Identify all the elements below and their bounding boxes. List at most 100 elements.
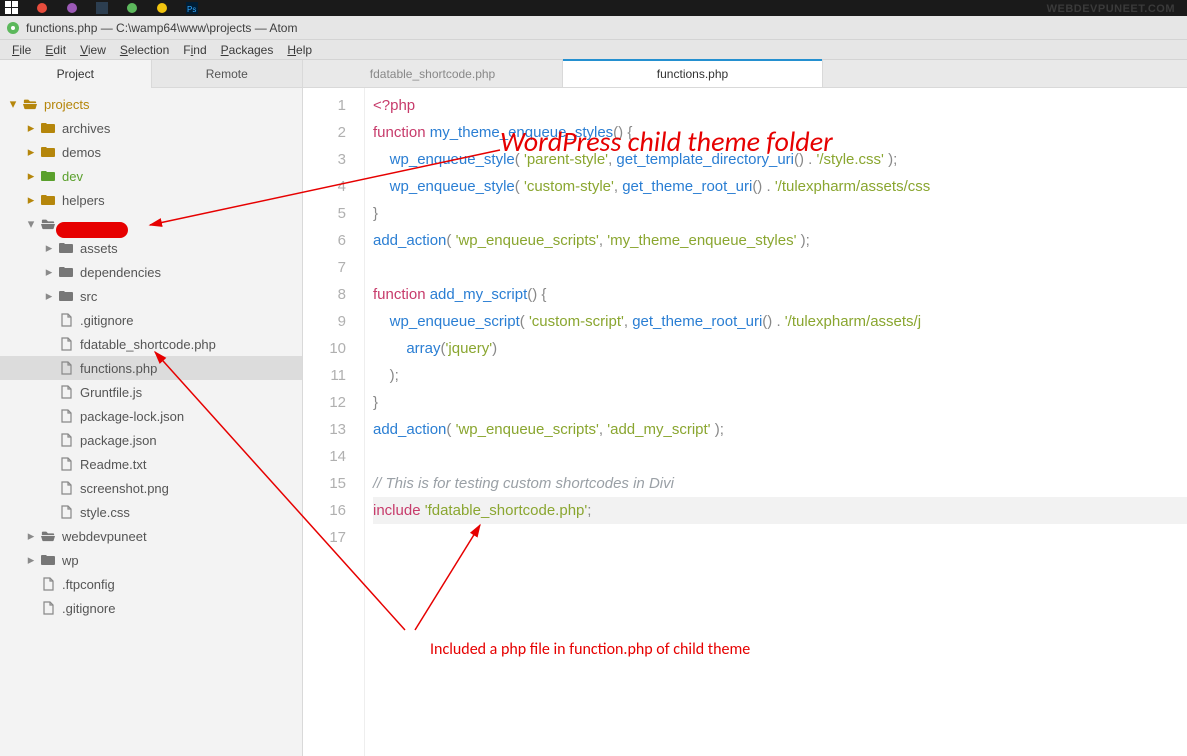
- tree-item-label: fdatable_shortcode.php: [80, 337, 216, 352]
- tree-root[interactable]: ▾ projects: [0, 92, 302, 116]
- tree-folder[interactable]: ▸ dependencies: [0, 260, 302, 284]
- file-icon: [40, 600, 56, 616]
- sidebar: Project Remote ▾ projects ▸ archives ▸ d…: [0, 60, 303, 756]
- file-icon: [58, 336, 74, 352]
- file-icon: [58, 408, 74, 424]
- tree-folder[interactable]: ▸ dev: [0, 164, 302, 188]
- chevron-right-icon: ▸: [24, 193, 38, 207]
- menu-packages[interactable]: Packages: [215, 42, 280, 58]
- menu-help[interactable]: Help: [281, 42, 318, 58]
- chevron-down-icon: ▾: [24, 217, 38, 231]
- tree-folder[interactable]: ▸ demos: [0, 140, 302, 164]
- editor-tabs: fdatable_shortcode.php functions.php: [303, 60, 1187, 88]
- folder-open-icon: [40, 216, 56, 232]
- folder-icon: [58, 288, 74, 304]
- tree-item-label: assets: [80, 241, 118, 256]
- chrome-taskbar-icon[interactable]: [154, 0, 170, 16]
- main-split: Project Remote ▾ projects ▸ archives ▸ d…: [0, 60, 1187, 756]
- tree-item-label: package-lock.json: [80, 409, 184, 424]
- tree-file[interactable]: screenshot.png: [0, 476, 302, 500]
- tree-item-label: helpers: [62, 193, 105, 208]
- tree-item-label: demos: [62, 145, 101, 160]
- task-icon-1[interactable]: [34, 0, 50, 16]
- editor-tab[interactable]: fdatable_shortcode.php: [303, 60, 563, 87]
- window-titlebar: functions.php — C:\wamp64\www\projects —…: [0, 16, 1187, 40]
- file-icon: [58, 504, 74, 520]
- panel-tab-project[interactable]: Project: [0, 60, 151, 88]
- chevron-right-icon: ▸: [42, 265, 56, 279]
- folder-icon: [58, 264, 74, 280]
- code-content[interactable]: <?phpfunction my_theme_enqueue_styles() …: [365, 88, 1187, 756]
- tree-file[interactable]: .gitignore: [0, 596, 302, 620]
- svg-text:Ps: Ps: [187, 5, 196, 14]
- file-tree: ▾ projects ▸ archives ▸ demos ▸ dev: [0, 88, 302, 624]
- folder-open-icon: [40, 528, 56, 544]
- file-icon: [58, 312, 74, 328]
- menu-selection[interactable]: Selection: [114, 42, 175, 58]
- tree-item-label: package.json: [80, 433, 157, 448]
- atom-app-icon: [6, 21, 20, 35]
- folder-icon: [58, 240, 74, 256]
- tree-file[interactable]: .ftpconfig: [0, 572, 302, 596]
- site-label: WEBDEVPUNEET.COM: [1047, 3, 1175, 15]
- atom-taskbar-icon[interactable]: [124, 0, 140, 16]
- tree-file[interactable]: package-lock.json: [0, 404, 302, 428]
- tree-file[interactable]: Gruntfile.js: [0, 380, 302, 404]
- panel-tabs: Project Remote: [0, 60, 302, 88]
- tree-item-label: style.css: [80, 505, 130, 520]
- tree-root-label: projects: [44, 97, 90, 112]
- ps-taskbar-icon[interactable]: Ps: [184, 0, 200, 16]
- tree-folder[interactable]: ▸ webdevpuneet: [0, 524, 302, 548]
- file-icon: [58, 432, 74, 448]
- file-icon: [58, 360, 74, 376]
- tree-folder[interactable]: ▸ wp: [0, 548, 302, 572]
- folder-icon: [40, 120, 56, 136]
- chevron-right-icon: ▸: [24, 169, 38, 183]
- tree-file[interactable]: style.css: [0, 500, 302, 524]
- chevron-right-icon: ▸: [42, 289, 56, 303]
- menu-find[interactable]: Find: [177, 42, 212, 58]
- chevron-right-icon: ▸: [24, 529, 38, 543]
- tree-item-label: Readme.txt: [80, 457, 146, 472]
- windows-start-icon[interactable]: [4, 0, 20, 16]
- tree-folder[interactable]: ▸ helpers: [0, 188, 302, 212]
- tree-item-label: functions.php: [80, 361, 157, 376]
- tree-folder-redacted[interactable]: ▾: [0, 212, 302, 236]
- chevron-down-icon: ▾: [6, 97, 20, 111]
- tree-folder[interactable]: ▸ assets: [0, 236, 302, 260]
- tree-item-label: .ftpconfig: [62, 577, 115, 592]
- chevron-right-icon: ▸: [24, 145, 38, 159]
- editor-tab-active[interactable]: functions.php: [563, 60, 823, 87]
- tree-item-label: .gitignore: [62, 601, 115, 616]
- menu-edit[interactable]: Edit: [39, 42, 72, 58]
- task-icon-2[interactable]: [64, 0, 80, 16]
- folder-icon: [40, 192, 56, 208]
- chevron-right-icon: ▸: [42, 241, 56, 255]
- tree-item-label: src: [80, 289, 97, 304]
- tree-item-label: dependencies: [80, 265, 161, 280]
- menu-file[interactable]: File: [6, 42, 37, 58]
- folder-icon: [40, 168, 56, 184]
- tree-file[interactable]: package.json: [0, 428, 302, 452]
- folder-open-icon: [22, 96, 38, 112]
- tree-folder[interactable]: ▸ src: [0, 284, 302, 308]
- menubar: File Edit View Selection Find Packages H…: [0, 40, 1187, 60]
- tree-item-label: Gruntfile.js: [80, 385, 142, 400]
- folder-icon: [40, 144, 56, 160]
- menu-view[interactable]: View: [74, 42, 112, 58]
- tree-folder[interactable]: ▸ archives: [0, 116, 302, 140]
- tree-file[interactable]: Readme.txt: [0, 452, 302, 476]
- file-icon: [58, 456, 74, 472]
- task-icon-3[interactable]: [94, 0, 110, 16]
- tree-item-label: archives: [62, 121, 110, 136]
- chevron-right-icon: ▸: [24, 553, 38, 567]
- file-icon: [40, 576, 56, 592]
- tree-item-label: screenshot.png: [80, 481, 169, 496]
- tree-file-selected[interactable]: functions.php: [0, 356, 302, 380]
- code-area[interactable]: 1234567891011121314151617 <?phpfunction …: [303, 88, 1187, 756]
- window-title: functions.php — C:\wamp64\www\projects —…: [26, 21, 297, 35]
- tree-file[interactable]: .gitignore: [0, 308, 302, 332]
- tree-item-label: .gitignore: [80, 313, 133, 328]
- panel-tab-remote[interactable]: Remote: [151, 60, 303, 88]
- tree-file[interactable]: fdatable_shortcode.php: [0, 332, 302, 356]
